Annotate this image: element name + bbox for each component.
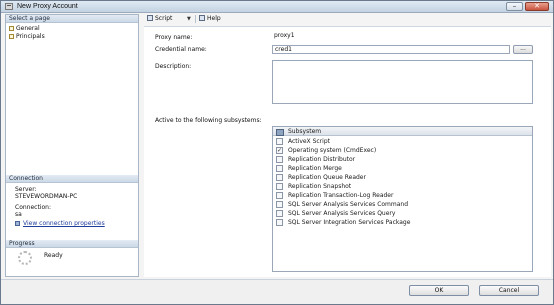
description-label: Description:: [155, 63, 192, 70]
window-icon: [5, 3, 13, 10]
subsystem-label: Replication Queue Reader: [288, 174, 366, 181]
subsystems-label: Active to the following subsystems:: [155, 117, 262, 124]
subsystem-label: SQL Server Analysis Services Command: [288, 201, 409, 208]
subsystem-row[interactable]: Replication Transaction-Log Reader: [273, 191, 532, 200]
subsystem-checkbox[interactable]: [276, 183, 283, 190]
subsystem-column-header: Subsystem: [273, 127, 532, 136]
subsystem-row[interactable]: Replication Queue Reader: [273, 173, 532, 182]
description-field[interactable]: [272, 60, 533, 104]
subsystem-row[interactable]: SQL Server Analysis Services Query: [273, 209, 532, 218]
title-bar: New Proxy Account – ✕: [1, 1, 553, 13]
minimize-button[interactable]: –: [506, 2, 523, 11]
subsystem-checkbox[interactable]: [276, 174, 283, 181]
subsystem-checkbox[interactable]: ✓: [276, 147, 283, 154]
script-icon: [147, 15, 153, 21]
select-page-header: Select a page: [6, 15, 138, 23]
ok-button[interactable]: OK: [409, 285, 469, 296]
credential-name-field[interactable]: cred1: [272, 45, 510, 54]
subsystem-checkbox[interactable]: [276, 210, 283, 217]
subsystem-label: Replication Distributor: [288, 156, 356, 163]
page-icon: [9, 34, 14, 39]
page-item-general[interactable]: General: [9, 25, 40, 32]
help-button[interactable]: Help: [199, 15, 221, 22]
subsystem-row[interactable]: Replication Snapshot: [273, 182, 532, 191]
toolbar-separator: [195, 15, 196, 23]
script-label: Script: [155, 15, 173, 22]
subsystem-label: SQL Server Analysis Services Query: [288, 210, 396, 217]
close-button[interactable]: ✕: [525, 2, 549, 11]
cancel-button[interactable]: Cancel: [479, 285, 539, 296]
progress-spinner-icon: [18, 251, 32, 265]
subsystem-list: Subsystem ActiveX Script ✓ Operating syste…: [272, 126, 533, 272]
connection-value: sa: [15, 211, 22, 218]
subsystem-row[interactable]: SQL Server Integration Services Package: [273, 218, 532, 227]
help-label: Help: [207, 15, 221, 22]
help-icon: [199, 15, 205, 21]
left-panel: Select a page General Principals Connect…: [5, 14, 139, 277]
browse-credential-button[interactable]: ...: [513, 45, 533, 54]
proxy-name-field[interactable]: proxy1: [274, 32, 295, 40]
subsystem-row[interactable]: SQL Server Analysis Services Command: [273, 200, 532, 209]
subsystem-row[interactable]: Replication Distributor: [273, 155, 532, 164]
view-connection-properties-label: View connection properties: [23, 220, 105, 227]
subsystem-checkbox[interactable]: [276, 219, 283, 226]
properties-icon: [15, 221, 20, 226]
subsystem-checkbox[interactable]: [276, 192, 283, 199]
dialog-footer: OK Cancel: [1, 279, 553, 304]
subsystem-row[interactable]: Replication Merge: [273, 164, 532, 173]
page-item-label: General: [16, 25, 40, 32]
subsystem-row[interactable]: ✓ Operating system (CmdExec): [273, 146, 532, 155]
subsystem-checkbox[interactable]: [276, 201, 283, 208]
subsystem-row[interactable]: ActiveX Script: [273, 137, 532, 146]
page-item-label: Principals: [16, 33, 45, 40]
progress-header: Progress: [6, 240, 138, 248]
subsystem-label: SQL Server Integration Services Package: [288, 219, 411, 226]
progress-status: Ready: [44, 252, 63, 259]
connection-header: Connection: [6, 175, 138, 183]
script-button[interactable]: Script: [147, 15, 172, 22]
subsystem-checkbox[interactable]: [276, 165, 283, 172]
window-title: New Proxy Account: [17, 3, 78, 10]
server-value: STEVEWORDMAN-PC: [15, 193, 78, 200]
toolbar: Script ▼ Help: [144, 14, 551, 25]
subsystem-checkbox[interactable]: [276, 156, 283, 163]
page-item-principals[interactable]: Principals: [9, 33, 45, 40]
general-page: Proxy name: proxy1 Credential name: cred…: [144, 26, 551, 277]
view-connection-properties-link[interactable]: View connection properties: [15, 220, 105, 227]
connection-label: Connection:: [15, 204, 51, 211]
subsystem-label: Replication Merge: [288, 165, 342, 172]
script-dropdown-icon[interactable]: ▼: [187, 16, 191, 22]
proxy-account-dialog: New Proxy Account – ✕ Select a page Gene…: [0, 0, 554, 305]
subsystem-label: Replication Snapshot: [288, 183, 352, 190]
page-icon: [9, 26, 14, 31]
proxy-name-label: Proxy name:: [155, 34, 193, 41]
subsystem-label: Operating system (CmdExec): [288, 147, 377, 154]
subsystem-checkbox[interactable]: [276, 138, 283, 145]
credential-name-label: Credential name:: [155, 46, 207, 53]
server-label: Server:: [15, 186, 37, 193]
subsystem-label: ActiveX Script: [288, 138, 330, 145]
subsystem-label: Replication Transaction-Log Reader: [288, 192, 394, 199]
